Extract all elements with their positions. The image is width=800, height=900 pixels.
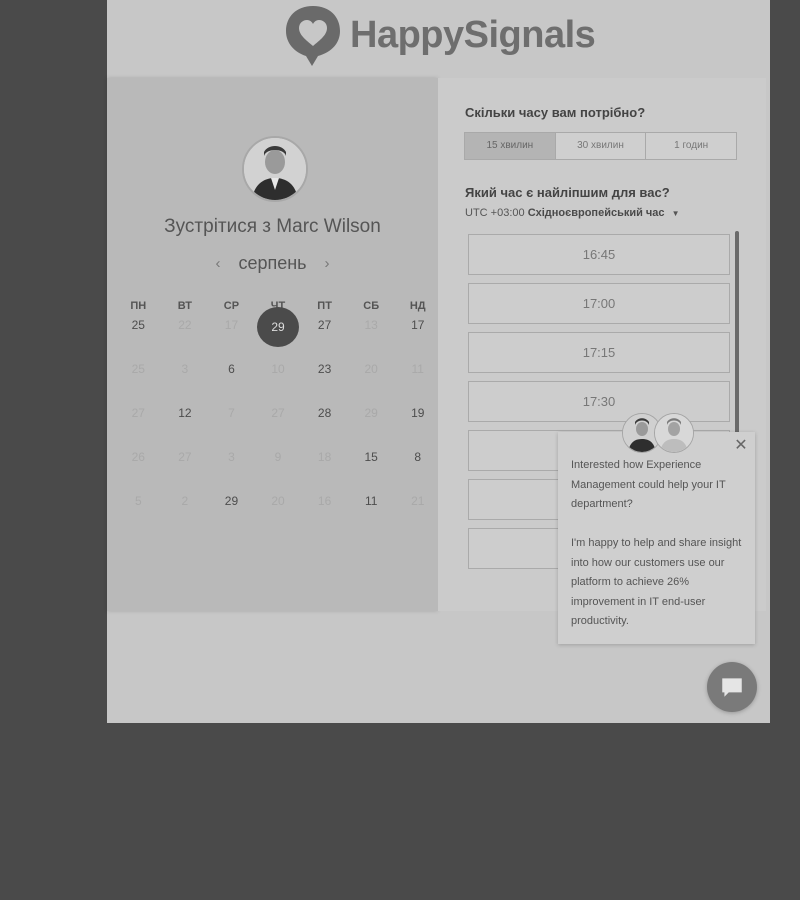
calendar-day: 7 bbox=[228, 406, 235, 420]
calendar-day[interactable]: 29 bbox=[208, 494, 255, 538]
chevron-right-icon[interactable]: › bbox=[325, 255, 330, 272]
calendar-panel: Зустрітися з Marc Wilson ‹ серпень › ПН … bbox=[107, 78, 438, 611]
calendar-day[interactable]: 23 bbox=[301, 362, 348, 406]
calendar-day: 17 bbox=[224, 318, 239, 332]
selected-day-label: 29 bbox=[257, 307, 300, 347]
calendar-day: 25 bbox=[131, 362, 145, 376]
calendar-day[interactable]: 28 bbox=[301, 406, 348, 450]
calendar-day: 2 bbox=[181, 494, 189, 508]
chat-message-text: Interested how Experience Management cou… bbox=[571, 456, 747, 632]
calendar-day: 3 bbox=[181, 362, 189, 376]
host-title: Зустрітися з Marc Wilson bbox=[164, 216, 381, 237]
duration-option-15[interactable]: 15 хвилин bbox=[465, 133, 556, 159]
time-slot[interactable]: 17:00 bbox=[468, 283, 730, 324]
calendar-day: 16 bbox=[317, 494, 332, 508]
calendar-day: 20 bbox=[364, 362, 378, 376]
calendar-day: 5 bbox=[134, 494, 142, 508]
calendar-day: 18 bbox=[317, 450, 332, 464]
weekday-label: ВТ bbox=[177, 300, 192, 312]
calendar-day: 27 bbox=[271, 406, 285, 420]
calendar-week: 5 2 29 20 16 11 21 bbox=[115, 494, 441, 538]
timezone-offset: UTC +03:00 bbox=[465, 207, 525, 219]
calendar-day[interactable]: 11 bbox=[348, 494, 395, 538]
calendar-day: 11 bbox=[411, 362, 424, 376]
calendar-day[interactable]: 8 bbox=[394, 450, 441, 494]
chat-launcher-button[interactable] bbox=[707, 662, 757, 712]
calendar-week: 27 12 7 27 28 29 19 bbox=[115, 406, 441, 450]
calendar-day[interactable]: 6 bbox=[208, 362, 255, 406]
calendar-day: 10 bbox=[271, 362, 285, 376]
time-question: Який час є найліпшим для вас? bbox=[465, 185, 670, 200]
timezone-selector[interactable]: UTC +03:00 Східноєвропейський час ▼ bbox=[465, 207, 680, 219]
calendar-day: 27 bbox=[131, 406, 145, 420]
duration-question: Скільки часу вам потрібно? bbox=[465, 105, 646, 120]
calendar-week: 26 27 3 9 18 15 8 bbox=[115, 450, 441, 494]
agent-avatar bbox=[654, 413, 694, 453]
weekday-label: СР bbox=[223, 300, 240, 312]
time-slot[interactable]: 17:15 bbox=[468, 332, 730, 373]
chevron-left-icon[interactable]: ‹ bbox=[215, 255, 220, 272]
calendar-week: 25 22 17 29 27 13 17 bbox=[115, 307, 441, 362]
calendar-day: 21 bbox=[411, 494, 425, 508]
chevron-down-icon: ▼ bbox=[671, 209, 680, 218]
calendar-day: 9 bbox=[274, 450, 282, 464]
happysignals-logo[interactable]: HappySignals bbox=[282, 0, 622, 70]
calendar-day: 22 bbox=[178, 318, 192, 332]
calendar-day: 20 bbox=[271, 494, 285, 508]
calendar-grid: ПН ВТ СР ЧТ ПТ СБ НД 25 22 17 29 27 13 1… bbox=[115, 300, 441, 538]
calendar-day-selected[interactable]: 29 bbox=[255, 307, 302, 362]
close-icon[interactable]: ✕ bbox=[733, 438, 749, 454]
chat-bubble-icon bbox=[722, 678, 742, 697]
month-label: серпень bbox=[238, 253, 307, 273]
duration-option-60[interactable]: 1 годин bbox=[646, 133, 736, 159]
calendar-day[interactable]: 17 bbox=[394, 318, 441, 362]
agent-avatars bbox=[622, 413, 694, 453]
calendar-day: 26 bbox=[131, 450, 145, 464]
weekday-label: ПН bbox=[130, 300, 147, 312]
chat-message-popup: ✕ Interested how Experience Management c… bbox=[558, 432, 755, 644]
weekday-label: НД bbox=[409, 300, 426, 312]
weekday-label: СБ bbox=[363, 300, 380, 312]
host-avatar bbox=[242, 136, 308, 202]
slot-list-scrollbar[interactable] bbox=[735, 231, 739, 441]
calendar-day[interactable]: 27 bbox=[301, 318, 348, 362]
calendar-day[interactable]: 15 bbox=[348, 450, 395, 494]
timezone-name: Східноєвропейський час bbox=[527, 207, 665, 219]
duration-selector: 15 хвилин 30 хвилин 1 годин bbox=[464, 132, 737, 160]
calendar-day: 3 bbox=[228, 450, 235, 464]
calendar-day: 27 bbox=[178, 450, 192, 464]
chat-message-paragraph: Interested how Experience Management cou… bbox=[571, 459, 726, 510]
chat-message-paragraph: I'm happy to help and share insight into… bbox=[571, 537, 742, 627]
calendar-week: 25 3 6 10 23 20 11 bbox=[115, 362, 441, 406]
month-navigation: ‹ серпень › bbox=[107, 253, 438, 274]
calendar-day[interactable]: 12 bbox=[162, 406, 209, 450]
duration-option-30[interactable]: 30 хвилин bbox=[556, 133, 647, 159]
calendar-day: 29 bbox=[364, 406, 378, 420]
calendar-day: 13 bbox=[364, 318, 378, 332]
weekday-label: ПТ bbox=[317, 300, 332, 312]
calendar-day[interactable]: 25 bbox=[115, 318, 162, 362]
time-slot[interactable]: 16:45 bbox=[468, 234, 730, 275]
heart-speech-bubble-icon bbox=[286, 6, 340, 66]
brand-name: HappySignals bbox=[350, 13, 596, 56]
calendar-day[interactable]: 19 bbox=[394, 406, 441, 450]
